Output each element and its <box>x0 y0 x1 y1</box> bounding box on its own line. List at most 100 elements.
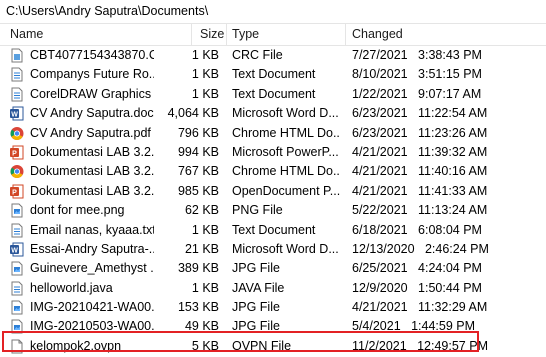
svg-text:W: W <box>11 247 18 254</box>
column-divider[interactable] <box>191 24 192 45</box>
path-text: C:\Users\Andry Saputra\Documents\ <box>6 4 209 18</box>
file-name: CV Andry Saputra.pdf <box>30 125 151 140</box>
svg-text:P: P <box>12 189 17 196</box>
text-file-icon <box>10 281 24 296</box>
word-icon: W <box>10 106 24 121</box>
file-name: Email nanas, kyaaa.txt <box>30 222 154 237</box>
file-size: 1 KB <box>191 48 219 62</box>
file-name: Dokumentasi LAB 3.2.... <box>30 183 154 198</box>
file-size: 389 KB <box>177 261 219 276</box>
file-changed: 1/22/2021 9:07:17 AM <box>352 86 482 101</box>
file-size: 796 KB <box>177 125 219 140</box>
file-row[interactable]: Dokumentasi LAB 3.2.... 767 KB Chrome HTML… <box>0 162 546 181</box>
file-changed: 7/27/2021 3:38:43 PM <box>352 48 482 62</box>
powerpoint-icon: P <box>10 184 24 199</box>
file-row[interactable]: P Dokumentasi LAB 3.2.... 985 KB OpenDocume… <box>0 182 546 201</box>
image-file-icon <box>10 261 24 276</box>
image-file-icon <box>10 203 24 218</box>
file-type: Microsoft PowerP... <box>232 144 339 159</box>
generic-file-icon <box>10 48 24 63</box>
powerpoint-icon: P <box>10 145 24 160</box>
file-row[interactable]: IMG-20210421-WA00... 153 KB JPG File 4/21/2… <box>0 298 546 317</box>
file-name: helloworld.java <box>30 280 113 295</box>
file-type: Text Document <box>232 222 316 237</box>
file-size: 985 KB <box>177 183 219 198</box>
file-row[interactable]: W CV Andry Saputra.docx 4,064 KB Microsoft … <box>0 104 546 123</box>
file-row[interactable]: CorelDRAW Graphics ... 1 KB Text Document 1… <box>0 85 546 104</box>
file-row[interactable]: P Dokumentasi LAB 3.2.... 994 KB Microsoft … <box>0 143 546 162</box>
column-divider[interactable] <box>226 24 227 45</box>
svg-text:W: W <box>11 112 18 119</box>
column-header: Name Size Type Changed <box>0 24 546 46</box>
file-type: JPG File <box>232 300 280 315</box>
file-type: JAVA File <box>232 280 285 295</box>
text-file-icon <box>10 67 24 82</box>
file-changed: 6/23/2021 11:23:26 AM <box>352 125 488 140</box>
image-file-icon <box>10 300 24 315</box>
file-type: Text Document <box>232 67 316 82</box>
highlight-box <box>2 331 479 352</box>
file-size: 21 KB <box>184 241 219 256</box>
file-list: CBT4077154343870.CRC 1 KB CRC File 7/27/202… <box>0 46 546 356</box>
file-row[interactable]: Email nanas, kyaaa.txt 1 KB Text Document 6… <box>0 221 546 240</box>
file-name: dont for mee.png <box>30 203 125 218</box>
file-size: 767 KB <box>177 164 219 179</box>
file-name: Companys Future Ro... <box>30 67 154 82</box>
file-size: 153 KB <box>177 300 219 315</box>
file-type: PNG File <box>232 203 283 218</box>
chrome-icon <box>10 126 24 141</box>
file-changed: 5/22/2021 11:13:24 AM <box>352 203 488 218</box>
file-type: OpenDocument P... <box>232 183 340 198</box>
file-size: 1 KB <box>191 67 219 82</box>
text-file-icon <box>10 87 24 102</box>
file-changed: 4/21/2021 11:39:32 AM <box>352 144 488 159</box>
address-bar[interactable]: C:\Users\Andry Saputra\Documents\ <box>0 0 546 24</box>
file-size: 1 KB <box>191 222 219 237</box>
file-size: 4,064 KB <box>167 106 219 121</box>
file-type: Microsoft Word D... <box>232 241 339 256</box>
file-row[interactable]: CBT4077154343870.CRC 1 KB CRC File 7/27/202… <box>0 46 546 65</box>
file-name: CorelDRAW Graphics ... <box>30 86 154 101</box>
column-divider[interactable] <box>345 24 346 45</box>
file-size: 1 KB <box>191 86 219 101</box>
file-row[interactable]: helloworld.java 1 KB JAVA File 12/9/2020 1:… <box>0 279 546 298</box>
file-changed: 4/21/2021 11:32:29 AM <box>352 300 488 315</box>
file-changed: 6/23/2021 11:22:54 AM <box>352 106 488 121</box>
text-file-icon <box>10 223 24 238</box>
file-row[interactable]: CV Andry Saputra.pdf 796 KB Chrome HTML Do… <box>0 124 546 143</box>
file-changed: 12/9/2020 1:50:44 PM <box>352 280 482 295</box>
file-type: CRC File <box>232 48 283 62</box>
file-changed: 6/25/2021 4:24:04 PM <box>352 261 482 276</box>
file-type: JPG File <box>232 261 280 276</box>
file-name: Dokumentasi LAB 3.2.... <box>30 164 154 179</box>
file-name: Dokumentasi LAB 3.2.... <box>30 144 154 159</box>
file-changed: 6/18/2021 6:08:04 PM <box>352 222 482 237</box>
file-name: Guinevere_Amethyst ... <box>30 261 154 276</box>
file-size: 994 KB <box>177 144 219 159</box>
file-changed: 4/21/2021 11:41:33 AM <box>352 183 488 198</box>
file-type: Chrome HTML Do... <box>232 164 340 179</box>
word-icon: W <box>10 242 24 257</box>
file-changed: 8/10/2021 3:51:15 PM <box>352 67 482 82</box>
file-row[interactable]: dont for mee.png 62 KB PNG File 5/22/2021 1… <box>0 201 546 220</box>
file-name: CBT4077154343870.CRC <box>30 48 154 62</box>
file-name: CV Andry Saputra.docx <box>30 106 154 121</box>
file-type: Chrome HTML Do... <box>232 125 340 140</box>
file-row[interactable]: Guinevere_Amethyst ... 389 KB JPG File 6/25… <box>0 259 546 278</box>
column-header-type[interactable]: Type <box>232 27 259 41</box>
file-size: 1 KB <box>191 280 219 295</box>
file-row[interactable]: W Essai-Andry Saputra-... 21 KB Microsoft W… <box>0 240 546 259</box>
column-header-size[interactable]: Size <box>200 27 224 41</box>
file-size: 62 KB <box>184 203 219 218</box>
file-name: IMG-20210421-WA00... <box>30 300 154 315</box>
file-type: Text Document <box>232 86 316 101</box>
file-changed: 12/13/2020 2:46:24 PM <box>352 241 489 256</box>
chrome-icon <box>10 164 24 179</box>
column-header-name[interactable]: Name <box>10 27 43 41</box>
file-type: Microsoft Word D... <box>232 106 339 121</box>
svg-text:P: P <box>12 150 17 157</box>
file-changed: 4/21/2021 11:40:16 AM <box>352 164 488 179</box>
file-row[interactable]: Companys Future Ro... 1 KB Text Document 8/… <box>0 65 546 84</box>
column-header-changed[interactable]: Changed <box>352 27 403 41</box>
file-name: Essai-Andry Saputra-... <box>30 241 154 256</box>
